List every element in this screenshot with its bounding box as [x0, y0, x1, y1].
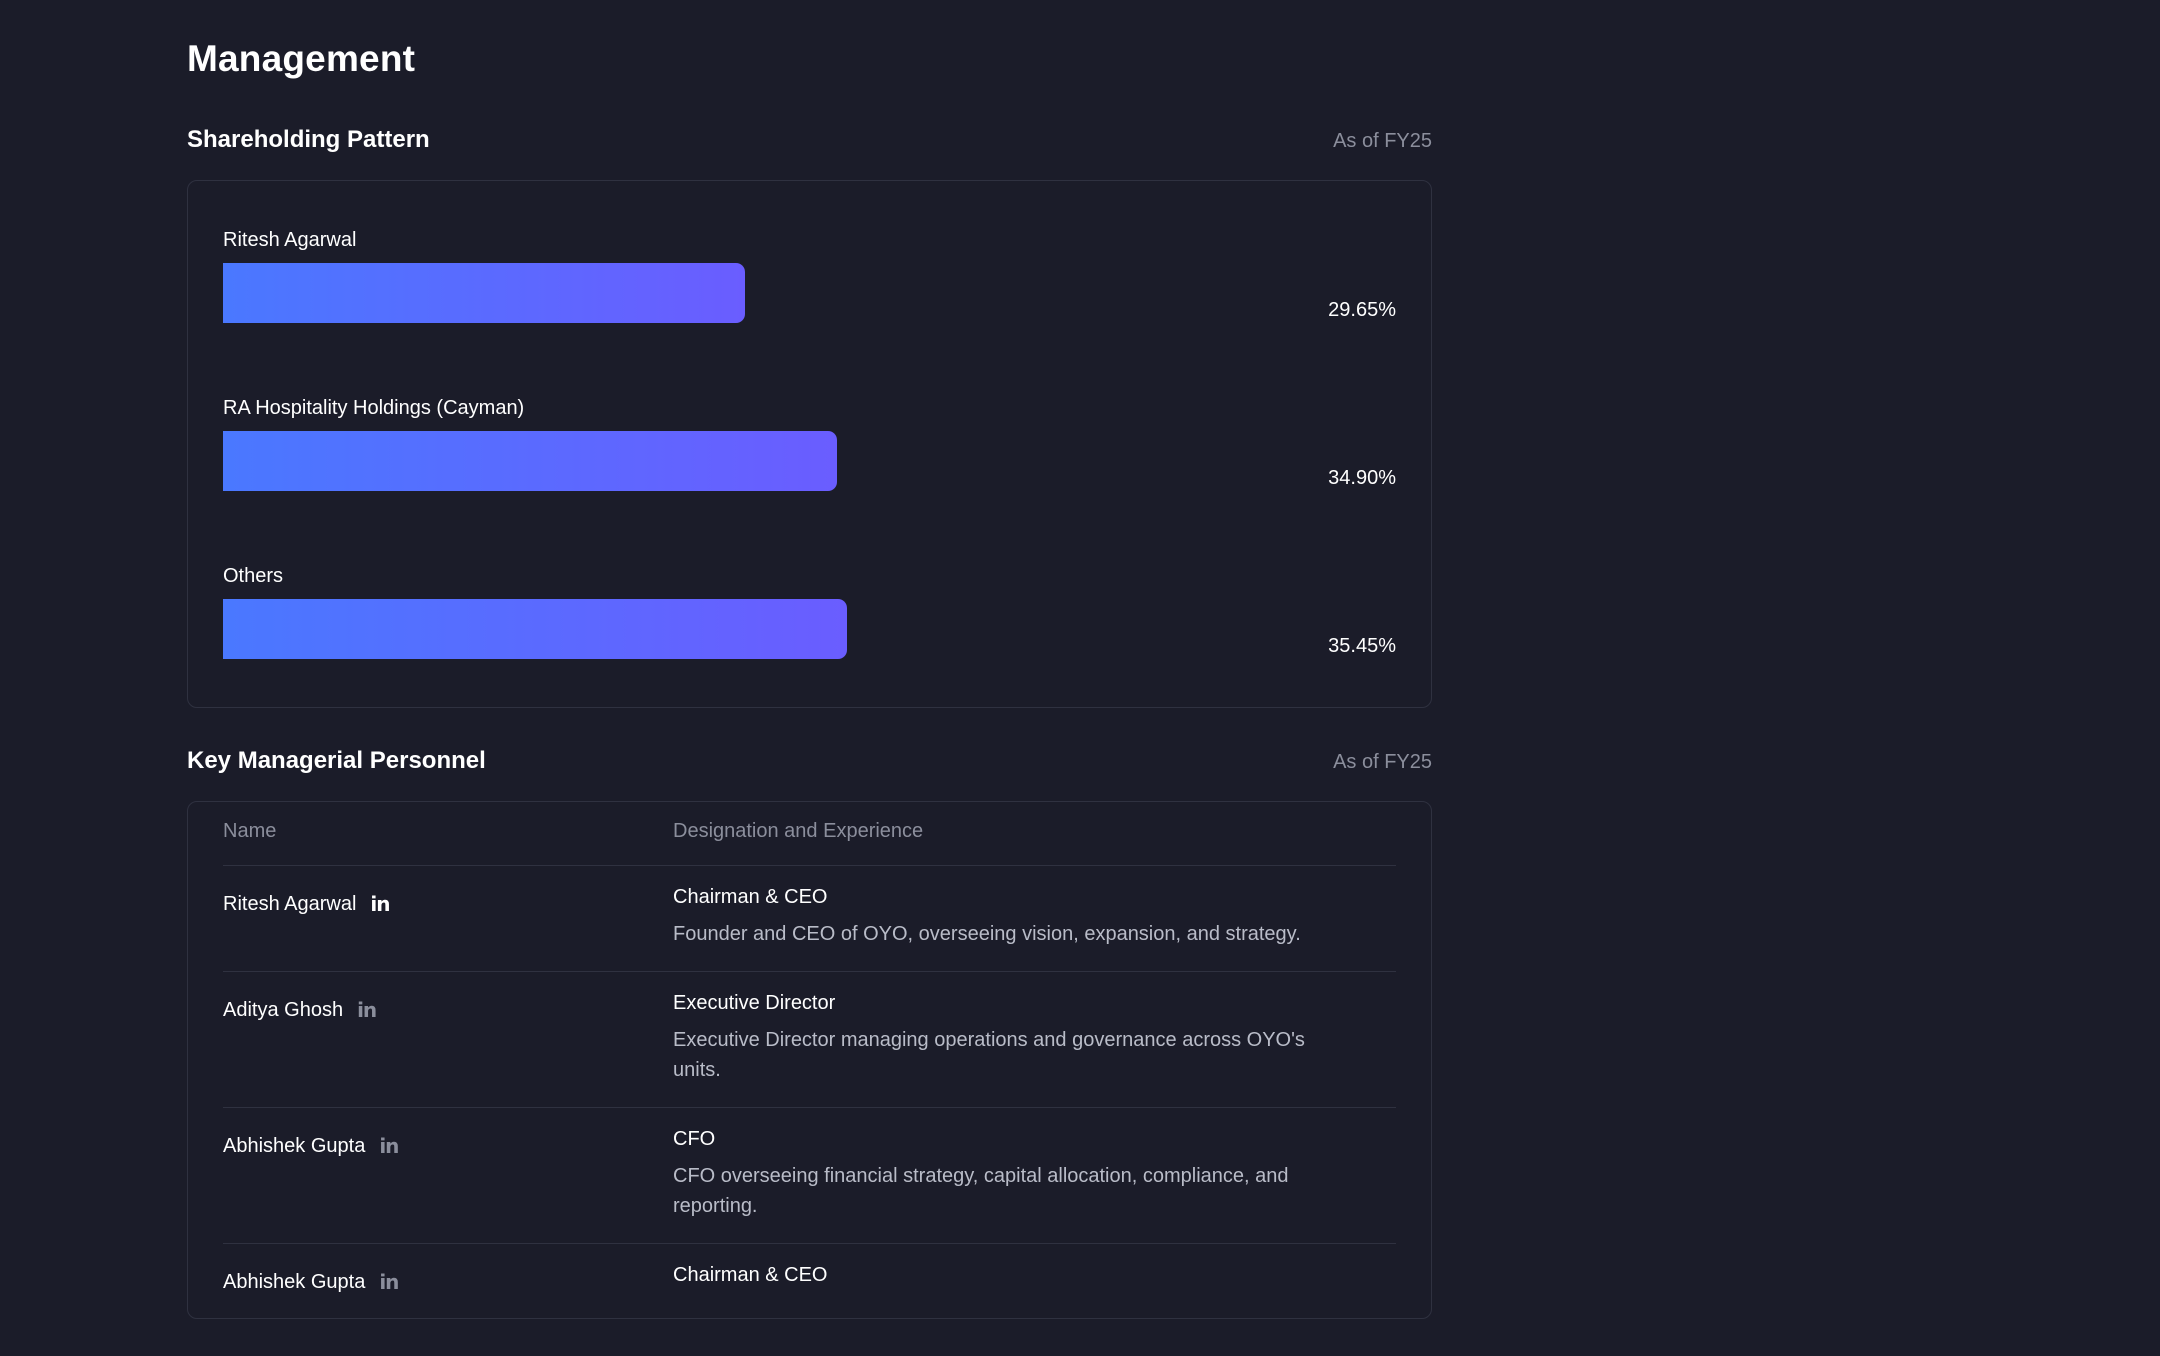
person-name-cell: Aditya Ghosh in: [223, 998, 377, 1022]
linkedin-icon[interactable]: in: [357, 998, 377, 1022]
page-title: Management: [187, 38, 416, 79]
table-header: Name Designation and Experience: [223, 820, 1396, 860]
designation-cell: Chairman & CEO Founder and CEO of OYO, o…: [673, 886, 1353, 949]
shareholder-bar: [223, 599, 847, 659]
table-row: Ritesh Agarwal in Chairman & CEO Founder…: [223, 865, 1396, 972]
linkedin-icon[interactable]: in: [379, 1270, 399, 1294]
person-name-cell: Ritesh Agarwal in: [223, 892, 391, 916]
designation-description: CFO overseeing financial strategy, capit…: [673, 1165, 1289, 1217]
shareholder-bar-track: [223, 263, 1396, 323]
personnel-title: Key Managerial Personnel: [187, 747, 486, 774]
designation-cell: CFO CFO overseeing financial strategy, c…: [673, 1128, 1353, 1221]
shareholder-row: Others 35.45%: [223, 565, 1396, 675]
linkedin-icon[interactable]: in: [370, 892, 390, 916]
column-header-name: Name: [223, 820, 277, 842]
shareholder-percent: 34.90%: [1328, 467, 1396, 489]
shareholder-name: Ritesh Agarwal: [223, 229, 357, 251]
person-name: Abhishek Gupta: [223, 1270, 366, 1293]
designation-title: Chairman & CEO: [673, 1264, 828, 1286]
shareholder-bar-track: [223, 431, 1396, 491]
person-name: Ritesh Agarwal: [223, 892, 357, 915]
shareholding-as-of: As of FY25: [1333, 130, 1432, 152]
table-row: Aditya Ghosh in Executive Director Execu…: [223, 971, 1396, 1108]
column-header-designation: Designation and Experience: [673, 820, 924, 842]
linkedin-icon[interactable]: in: [379, 1134, 399, 1158]
shareholder-name: RA Hospitality Holdings (Cayman): [223, 397, 525, 419]
designation-title: CFO: [673, 1128, 716, 1150]
shareholder-row: Ritesh Agarwal 29.65%: [223, 229, 1396, 339]
person-name: Aditya Ghosh: [223, 998, 344, 1021]
table-row: Abhishek Gupta in CFO CFO overseeing fin…: [223, 1107, 1396, 1244]
shareholder-name: Others: [223, 565, 284, 587]
shareholder-bar: [223, 263, 745, 323]
shareholder-percent: 35.45%: [1328, 635, 1396, 657]
shareholder-percent: 29.65%: [1328, 299, 1396, 321]
shareholder-bar: [223, 431, 838, 491]
designation-title: Executive Director: [673, 992, 836, 1014]
shareholder-row: RA Hospitality Holdings (Cayman) 34.90%: [223, 397, 1396, 507]
shareholder-bar-track: [223, 599, 1396, 659]
person-name: Abhishek Gupta: [223, 1134, 366, 1157]
personnel-as-of: As of FY25: [1333, 751, 1432, 773]
designation-title: Chairman & CEO: [673, 886, 828, 908]
person-name-cell: Abhishek Gupta in: [223, 1134, 399, 1158]
shareholding-header: Shareholding Pattern As of FY25: [187, 126, 1432, 160]
personnel-card: Name Designation and Experience Ritesh A…: [187, 801, 1432, 1319]
designation-cell: Executive Director Executive Director ma…: [673, 992, 1353, 1085]
shareholding-title: Shareholding Pattern: [187, 126, 430, 153]
designation-description: Executive Director managing operations a…: [673, 1029, 1305, 1081]
table-row: Abhishek Gupta in Chairman & CEO: [223, 1243, 1396, 1314]
personnel-header: Key Managerial Personnel As of FY25: [187, 747, 1432, 781]
designation-cell: Chairman & CEO: [673, 1264, 1353, 1297]
shareholding-card: Ritesh Agarwal 29.65% RA Hospitality Hol…: [187, 180, 1432, 708]
designation-description: Founder and CEO of OYO, overseeing visio…: [673, 923, 1301, 945]
person-name-cell: Abhishek Gupta in: [223, 1270, 399, 1294]
